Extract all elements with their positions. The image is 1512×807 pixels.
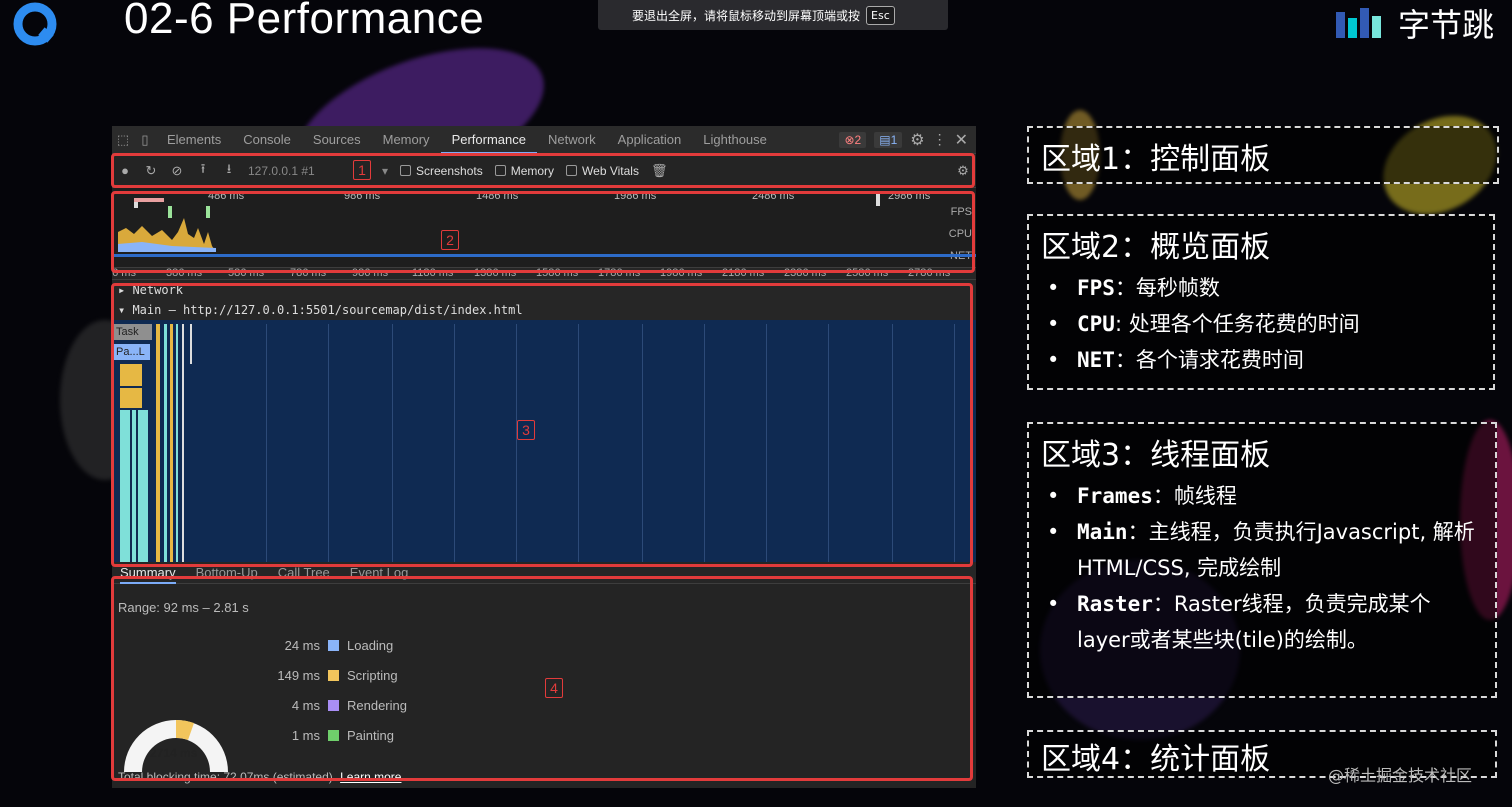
inspect-element-icon[interactable]: ⬚ (112, 132, 134, 148)
annotation-region-2: 区域2：概览面板 FPS：每秒帧数 CPU: 处理各个任务花费的时间 NET：各… (1027, 214, 1495, 390)
annotation-list: Frames：帧线程 Main：主线程，负责执行Javascript, 解析HT… (1041, 478, 1483, 658)
message-count: 1 (890, 132, 898, 147)
exit-fullscreen-banner: 要退出全屏，请将鼠标移动到屏幕顶端或按 Esc (598, 0, 948, 30)
annotation-text: ：主线程，负责执行Javascript, 解析HTML/CSS, 完成绘制 (1077, 520, 1475, 580)
annotation-key: CPU (1077, 312, 1115, 336)
region-4-number: 4 (545, 678, 563, 698)
tab-memory[interactable]: Memory (372, 126, 441, 154)
annotation-item: Raster：Raster线程，负责完成某个layer或者某些块(tile)的绘… (1041, 586, 1483, 658)
annotation-text: ：各个请求花费时间 (1114, 348, 1304, 372)
annotation-title: 区域3：线程面板 (1041, 438, 1271, 473)
annotation-key: Raster (1077, 592, 1153, 616)
annotation-region-1: 区域1：控制面板 (1027, 126, 1499, 184)
region-3-number: 3 (517, 420, 535, 440)
error-count: 2 (854, 132, 862, 147)
region-1-box (111, 153, 975, 188)
settings-gear-icon[interactable]: ⚙ (910, 130, 924, 150)
tab-console[interactable]: Console (232, 126, 302, 154)
more-options-icon[interactable]: ⋮ (933, 131, 947, 148)
tab-performance[interactable]: Performance (440, 126, 537, 154)
slide-title: 02-6 Performance (124, 0, 485, 43)
brand-text: 字节跳 (1398, 6, 1495, 44)
region-2-number: 2 (441, 230, 459, 250)
annotation-item: NET：各个请求花费时间 (1041, 342, 1481, 378)
region-3-box (111, 283, 973, 567)
tabbar-right: ⊗2 ▤1 ⚙ ⋮ ✕ (839, 130, 976, 150)
esc-key[interactable]: Esc (866, 5, 895, 25)
tab-application[interactable]: Application (607, 126, 693, 154)
annotation-item: FPS：每秒帧数 (1041, 270, 1481, 306)
region-1-number: 1 (353, 160, 371, 180)
exit-banner-text: 要退出全屏，请将鼠标移动到屏幕顶端或按 (632, 8, 861, 23)
annotation-text: : 处理各个任务花费的时间 (1114, 312, 1360, 336)
devtools-tabbar: ⬚ ▯ Elements Console Sources Memory Perf… (112, 126, 976, 154)
device-toolbar-icon[interactable]: ▯ (134, 132, 156, 148)
app-logo (13, 2, 57, 46)
bytedance-icon (1336, 8, 1381, 38)
tab-elements[interactable]: Elements (156, 126, 232, 154)
tab-lighthouse[interactable]: Lighthouse (692, 126, 778, 154)
annotation-item: Frames：帧线程 (1041, 478, 1483, 514)
annotation-region-3: 区域3：线程面板 Frames：帧线程 Main：主线程，负责执行Javascr… (1027, 422, 1497, 698)
annotation-title: 区域2：概览面板 (1041, 230, 1271, 265)
annotation-key: Main (1077, 520, 1128, 544)
tab-network[interactable]: Network (537, 126, 607, 154)
annotation-text: ：每秒帧数 (1114, 276, 1220, 300)
region-2-box (111, 191, 975, 273)
tab-sources[interactable]: Sources (302, 126, 372, 154)
annotation-list: FPS：每秒帧数 CPU: 处理各个任务花费的时间 NET：各个请求花费时间 (1041, 270, 1481, 378)
error-count-badge[interactable]: ⊗2 (839, 131, 867, 148)
annotation-key: Frames (1077, 484, 1153, 508)
annotation-key: NET (1077, 348, 1115, 372)
message-count-badge[interactable]: ▤1 (874, 131, 903, 148)
region-4-box (111, 576, 973, 781)
annotation-item: CPU: 处理各个任务花费的时间 (1041, 306, 1481, 342)
close-icon[interactable]: ✕ (955, 130, 968, 150)
annotation-key: FPS (1077, 276, 1115, 300)
brand-logo: 字节跳 (1334, 0, 1494, 46)
watermark: @稀土掘金技术社区 (1328, 766, 1473, 785)
annotation-text: ：帧线程 (1152, 484, 1237, 508)
annotation-title: 区域1：控制面板 (1041, 142, 1271, 177)
annotation-item: Main：主线程，负责执行Javascript, 解析HTML/CSS, 完成绘… (1041, 514, 1483, 586)
